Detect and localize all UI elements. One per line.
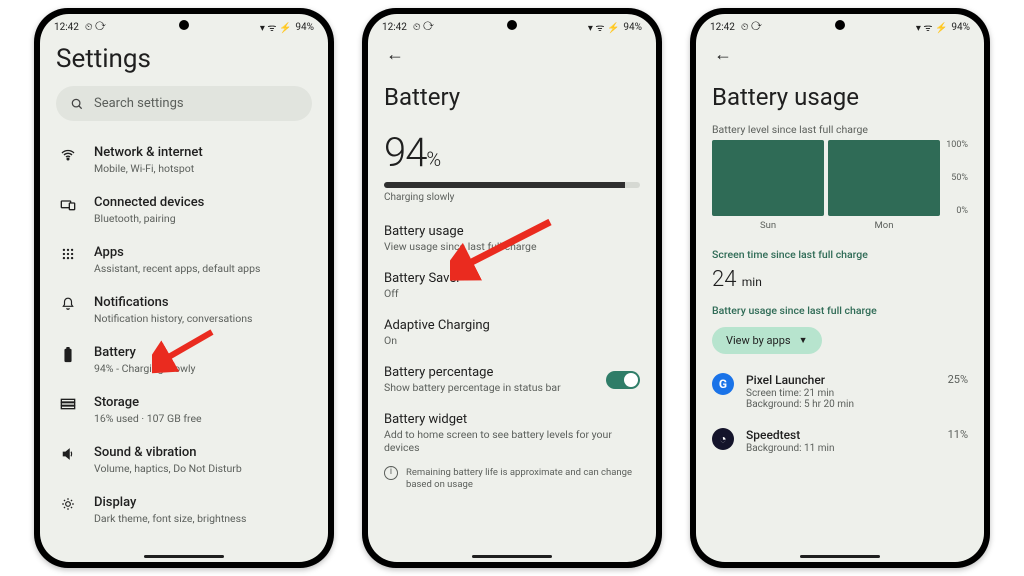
settings-item-notifications[interactable]: NotificationsNotification history, conve…: [56, 285, 312, 335]
battery-icon: [58, 345, 78, 363]
page-title: Settings: [56, 44, 312, 74]
settings-item-battery[interactable]: Battery94% - Charging slowly: [56, 335, 312, 385]
battery-percent: 94%: [384, 129, 640, 176]
chevron-down-icon: ▼: [799, 335, 808, 346]
info-icon: i: [384, 466, 398, 480]
settings-item-storage[interactable]: Storage16% used · 107 GB free: [56, 385, 312, 435]
wifi-signal-icon: ▾ ᯤ ⚡: [260, 20, 292, 34]
search-input[interactable]: Search settings: [56, 86, 312, 121]
sound-icon: [58, 445, 78, 461]
status-indicators: ⏲ ⟳: [85, 22, 106, 33]
phone-frame-settings: 12:42 ⏲ ⟳ ▾ ᯤ ⚡ 94% Settings Search sett…: [34, 8, 334, 568]
settings-item-apps[interactable]: AppsAssistant, recent apps, default apps: [56, 235, 312, 285]
wifi-icon: [58, 145, 78, 163]
front-camera: [835, 20, 845, 30]
setting-battery-usage[interactable]: Battery usage View usage since last full…: [384, 215, 640, 262]
status-battery-pct: 94%: [295, 22, 314, 33]
toggle-battery-percentage[interactable]: [606, 371, 640, 389]
usage-caption: Battery usage since last full charge: [712, 304, 968, 317]
search-icon: [70, 97, 84, 111]
charging-caption: Charging slowly: [384, 192, 640, 203]
screen-time-caption: Screen time since last full charge: [712, 248, 968, 261]
page-title: Battery usage: [712, 83, 968, 111]
app-icon-speedtest: ◔: [712, 428, 734, 450]
status-time: 12:42: [54, 22, 79, 33]
level-caption: Battery level since last full charge: [712, 123, 968, 136]
settings-item-connected[interactable]: Connected devicesBluetooth, pairing: [56, 185, 312, 235]
screen-time-value: 24 min: [712, 267, 968, 292]
view-by-apps-chip[interactable]: View by apps ▼: [712, 327, 822, 354]
gesture-bar[interactable]: [472, 555, 552, 558]
search-placeholder: Search settings: [94, 96, 184, 111]
app-icon-google: G: [712, 373, 734, 395]
devices-icon: [58, 195, 78, 213]
setting-battery-percentage[interactable]: Battery percentage Show battery percenta…: [384, 356, 640, 403]
apps-icon: [58, 245, 78, 261]
app-row-pixel-launcher[interactable]: G Pixel Launcher Screen time: 21 min Bac…: [712, 364, 968, 419]
settings-item-sound[interactable]: Sound & vibrationVolume, haptics, Do Not…: [56, 435, 312, 485]
setting-battery-widget[interactable]: Battery widget Add to home screen to see…: [384, 403, 640, 463]
back-button[interactable]: ←: [384, 40, 406, 69]
setting-battery-saver[interactable]: Battery Saver Off: [384, 262, 640, 309]
battery-footnote: i Remaining battery life is approximate …: [384, 463, 640, 492]
setting-adaptive-charging[interactable]: Adaptive Charging On: [384, 309, 640, 356]
battery-level-chart: Sun Mon 100% 50% 0%: [712, 140, 968, 236]
page-title: Battery: [384, 83, 640, 111]
phone-frame-battery: 12:42⏲ ⟳ ▾ ᯤ ⚡94% ← Battery 94% Charging…: [362, 8, 662, 568]
chart-yticks: 100% 50% 0%: [946, 140, 968, 216]
gesture-bar[interactable]: [144, 555, 224, 558]
chart-bar-sun: [712, 140, 824, 216]
phone-frame-battery-usage: 12:42⏲ ⟳ ▾ ᯤ ⚡94% ← Battery usage Batter…: [690, 8, 990, 568]
app-row-speedtest[interactable]: ◔ Speedtest Background: 11 min 11%: [712, 419, 968, 463]
battery-progress: [384, 182, 640, 188]
settings-item-display[interactable]: DisplayDark theme, font size, brightness: [56, 485, 312, 524]
front-camera: [179, 20, 189, 30]
storage-icon: [58, 395, 78, 411]
front-camera: [507, 20, 517, 30]
gesture-bar[interactable]: [800, 555, 880, 558]
display-icon: [58, 495, 78, 511]
settings-item-network[interactable]: Network & internetMobile, Wi-Fi, hotspot: [56, 135, 312, 185]
chart-bar-mon: [828, 140, 940, 216]
back-button[interactable]: ←: [712, 40, 734, 69]
bell-icon: [58, 295, 78, 311]
